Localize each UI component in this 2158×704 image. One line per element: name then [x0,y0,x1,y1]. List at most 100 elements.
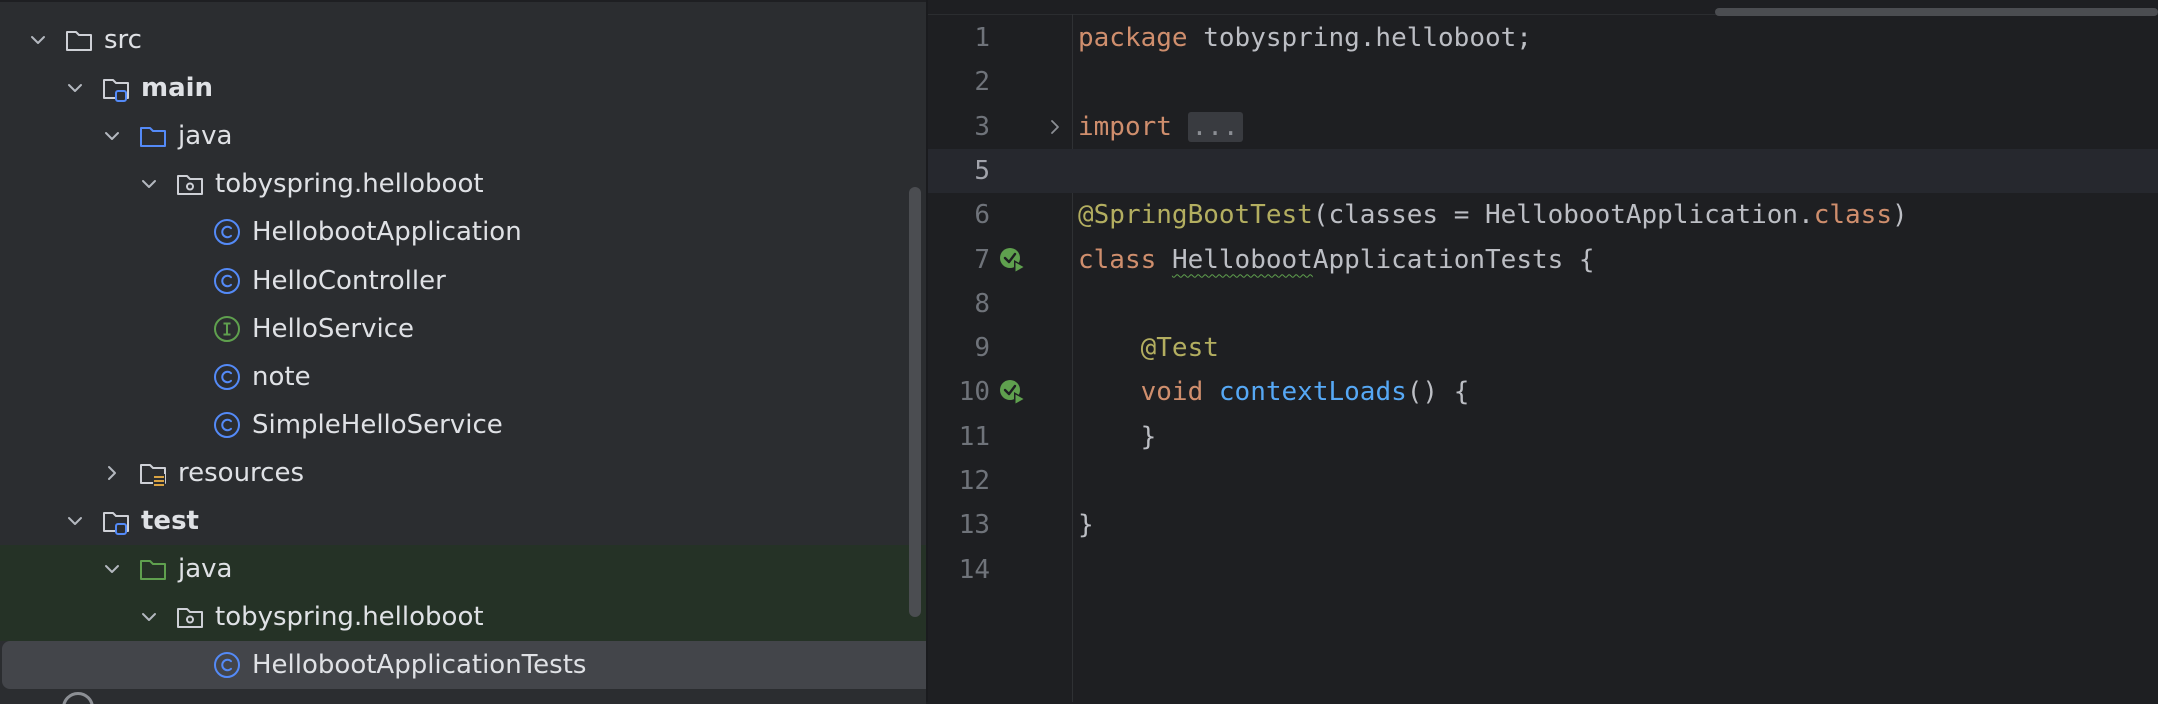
class-icon [212,266,242,296]
tree-item-label: java [178,554,233,585]
code-token: (classes = HellobootApplication. [1312,200,1814,231]
code-token: void [1140,377,1204,408]
chevron-down-icon[interactable] [137,172,161,196]
chevron-down-icon[interactable] [137,605,161,629]
code-line[interactable]: 12 [928,459,2158,503]
tree-item[interactable]: tobyspring.helloboot [0,593,926,642]
code-line[interactable]: 8 [928,282,2158,326]
class-icon [212,362,242,392]
tree-item-label: src [104,25,142,55]
partially-visible-icon [62,692,94,704]
tree-item-label: HelloService [252,313,414,344]
tree-item-label: HelloController [252,265,446,296]
code-line[interactable]: 2 [928,60,2158,104]
code-text: import ... [1078,105,1243,149]
test-folder-icon [138,554,168,584]
line-number: 6 [974,200,990,231]
line-number: 10 [958,377,990,408]
code-token: @Test [1140,333,1219,364]
package-icon [175,169,205,199]
tree-item[interactable]: note [0,353,926,401]
tree-item[interactable]: HelloController [0,257,926,305]
class-icon [212,217,242,247]
run-test-icon[interactable] [998,378,1028,408]
tree-item[interactable]: tobyspring.helloboot [0,160,926,208]
editor-top-border [928,0,2158,16]
source-folder-icon [138,121,168,151]
line-number: 12 [958,466,990,496]
code-text: package tobyspring.helloboot; [1078,16,1532,60]
code-line[interactable]: 3 import ... [928,105,2158,149]
tree-item[interactable]: src [0,16,926,64]
line-number: 14 [958,554,990,585]
tree-item-label: tobyspring.helloboot [215,169,484,200]
code-line[interactable]: 14 [928,548,2158,592]
run-test-icon[interactable] [998,246,1028,276]
code-line[interactable]: 1 package tobyspring.helloboot; [928,16,2158,60]
chevron-down-icon[interactable] [63,509,87,533]
tree-item[interactable]: HelloService [0,305,926,353]
line-number: 7 [974,244,990,275]
tree-item-label: HellobootApplication [252,217,522,248]
code-token: @SpringBootTest [1078,200,1313,231]
line-number: 5 [974,155,990,186]
tree-item[interactable]: main [0,64,926,112]
tree-item[interactable]: HellobootApplicationTests [2,641,926,690]
folder-icon [64,25,94,55]
interface-icon [212,314,242,344]
code-text: @SpringBootTest(classes = HellobootAppli… [1078,193,1908,237]
tree-item[interactable]: java [0,545,926,594]
code-token: () { [1406,377,1470,408]
code-line[interactable]: 9 @Test [928,326,2158,370]
code-editor: 1 package tobyspring.helloboot; 2 3 import .… [928,0,2158,702]
code-line[interactable]: 13} [928,503,2158,547]
tree-item[interactable]: SimpleHelloService [0,401,926,449]
line-number: 11 [958,421,990,452]
project-tree-panel: src main java tobyspring.helloboot Helloboot… [0,0,926,704]
horizontal-scrollbar[interactable] [1715,8,2158,16]
tree-item[interactable]: HellobootApplication [0,208,926,256]
tree-item[interactable]: java [0,112,926,160]
code-token: tobyspring.helloboot; [1187,23,1532,53]
code-token: ApplicationTests { [1312,244,1595,275]
class-icon [212,410,242,440]
chevron-down-icon[interactable] [100,124,124,148]
line-number: 9 [974,333,990,364]
line-number: 2 [974,67,990,98]
code-token: ) [1892,200,1908,231]
code-token: import [1078,111,1172,142]
tree-scrollbar-thumb[interactable] [909,187,921,617]
code-text: @Test [1078,326,1219,370]
code-text: class HellobootApplicationTests { [1078,238,1595,282]
code-token: class [1813,200,1892,231]
tree-item-label: java [178,121,233,152]
chevron-down-icon[interactable] [26,28,50,52]
tree-item-label: tobyspring.helloboot [215,602,484,633]
tree-item[interactable]: resources [0,449,926,497]
chevron-right-icon[interactable] [100,461,124,485]
chevron-down-icon[interactable] [100,557,124,581]
code-line[interactable]: 5 [928,148,2158,193]
chevron-down-icon[interactable] [63,76,87,100]
code-line[interactable]: 7 class HellobootApplicationTests { [928,238,2158,282]
tree-item[interactable]: test [0,497,926,545]
code-token: package [1078,23,1188,53]
code-line[interactable]: 11 } [928,415,2158,459]
code-token: ... [1187,111,1243,142]
code-line[interactable]: 10 void contextLoads() { [928,370,2158,414]
tree-item-label: SimpleHelloService [252,409,503,440]
tree-item-label: note [252,361,311,392]
code-line[interactable]: 6 @SpringBootTest(classes = HellobootAppl… [928,193,2158,237]
code-token: Helloboot [1171,244,1313,275]
fold-expand-icon[interactable] [1046,118,1064,136]
source-root-folder-icon [101,73,131,103]
line-number: 1 [974,23,990,53]
